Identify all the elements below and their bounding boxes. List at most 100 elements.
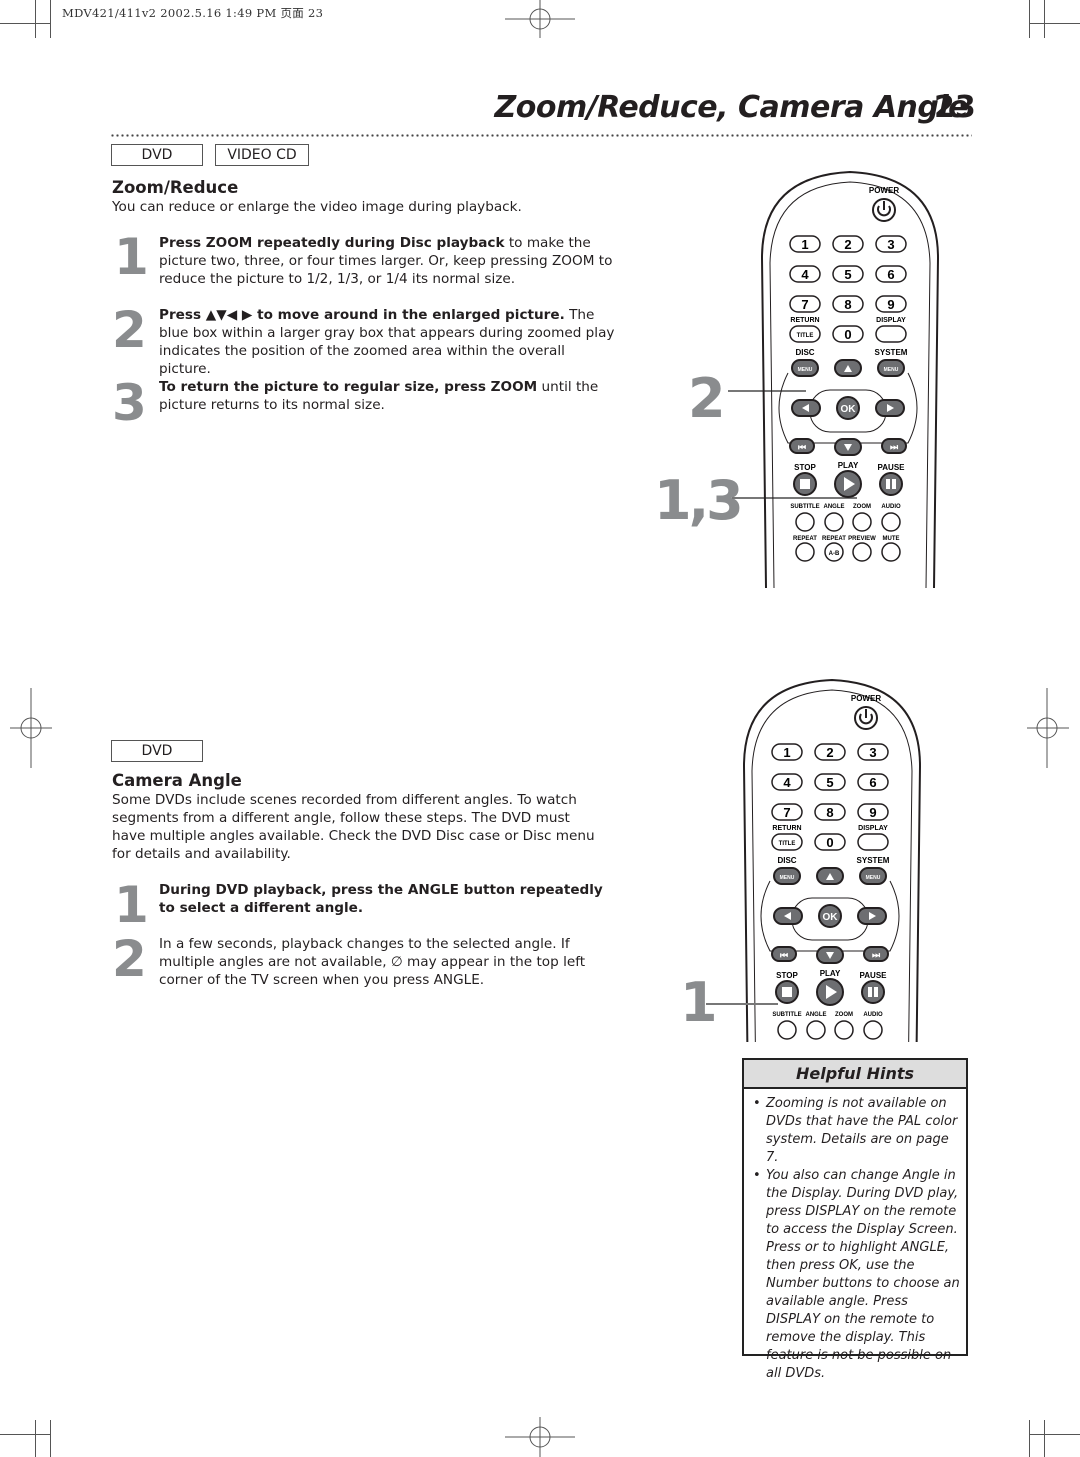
function-label: SUBTITLE bbox=[790, 504, 819, 510]
menu-label: MENU bbox=[866, 875, 881, 881]
section-title-zoom: Zoom/Reduce bbox=[112, 178, 239, 197]
function-button-zoom bbox=[834, 1020, 854, 1040]
stop-label: STOP bbox=[794, 463, 816, 472]
step-detail: In a few seconds, playback changes to th… bbox=[159, 936, 586, 988]
callout-line bbox=[706, 1003, 778, 1005]
step-number: 1 bbox=[114, 876, 149, 934]
menu-label: MENU bbox=[884, 367, 899, 373]
step-instruction: Press ▲▼◀ ▶ to move around in the enlarg… bbox=[159, 307, 565, 323]
function-label: REPEAT bbox=[793, 536, 817, 542]
callout-step-1-3: 1,3 bbox=[654, 469, 744, 532]
helpful-hints-title: Helpful Hints bbox=[744, 1060, 966, 1089]
zoom-intro: You can reduce or enlarge the video imag… bbox=[112, 199, 522, 215]
function-button-subtitle bbox=[777, 1020, 797, 1040]
system-label: SYSTEM bbox=[857, 856, 890, 865]
system-label: SYSTEM bbox=[875, 348, 908, 357]
function-button-zoom bbox=[852, 512, 872, 532]
function-button-mute bbox=[881, 542, 901, 562]
disc-label: DISC bbox=[795, 348, 814, 357]
pause-icon bbox=[874, 987, 878, 997]
pause-icon bbox=[868, 987, 872, 997]
pause-icon bbox=[892, 479, 896, 489]
digit-label: 8 bbox=[826, 805, 833, 820]
function-label: ANGLE bbox=[806, 1012, 827, 1018]
display-label: DISPLAY bbox=[876, 317, 906, 324]
digit-label: 9 bbox=[887, 297, 894, 312]
page-title: Zoom/Reduce, Camera Angle bbox=[494, 90, 969, 125]
pause-button bbox=[861, 980, 885, 1004]
step-instruction: Press ZOOM repeatedly during Disc playba… bbox=[159, 235, 505, 251]
remote-svg: POWER 1 2 3 4 5 6 7 8 9 RETURN DISPLAY TITLE 0 DISC SYS… bbox=[760, 170, 940, 589]
menu-label: MENU bbox=[780, 875, 795, 881]
page-number: 23 bbox=[934, 90, 976, 125]
next-icon: ⏭ bbox=[890, 442, 899, 452]
function-label: MUTE bbox=[883, 536, 900, 542]
digit-label: 0 bbox=[844, 327, 851, 342]
angle-intro: Some DVDs include scenes recorded from d… bbox=[112, 792, 595, 862]
digit-label: 7 bbox=[783, 805, 790, 820]
registration-mark-top bbox=[505, 0, 575, 38]
function-label: PREVIEW bbox=[848, 536, 876, 542]
step-instruction: To return the picture to regular size, p… bbox=[159, 379, 538, 395]
print-header-meta: MDV421/411v2 2002.5.16 1:49 PM 页面 23 bbox=[62, 6, 324, 20]
tag-video-cd: VIDEO CD bbox=[215, 144, 309, 166]
function-button-audio bbox=[881, 512, 901, 532]
play-label: PLAY bbox=[838, 461, 859, 470]
digit-label: 1 bbox=[783, 745, 790, 760]
previous-icon: ⏮ bbox=[798, 442, 806, 452]
function-button-audio bbox=[863, 1020, 883, 1040]
function-label: SUBTITLE bbox=[772, 1012, 801, 1018]
function-label: ANGLE bbox=[824, 504, 845, 510]
hints-list: Zooming is not available on DVDs that ha… bbox=[744, 1095, 966, 1383]
digit-label: 6 bbox=[869, 775, 876, 790]
step-number: 2 bbox=[112, 930, 147, 988]
function-label: REPEAT bbox=[822, 536, 846, 542]
step-number: 1 bbox=[114, 228, 149, 286]
step-number: 2 bbox=[112, 301, 147, 359]
digit-label: 2 bbox=[826, 745, 833, 760]
digit-label: 5 bbox=[826, 775, 833, 790]
disc-label: DISC bbox=[777, 856, 796, 865]
hint-item: Zooming is not available on DVDs that ha… bbox=[753, 1095, 960, 1167]
tag-dvd: DVD bbox=[111, 144, 203, 166]
helpful-hints-box: Helpful Hints Zooming is not available o… bbox=[742, 1058, 968, 1381]
ab-label: A-B bbox=[829, 551, 840, 557]
callout-step-2: 2 bbox=[688, 367, 726, 430]
digit-label: 3 bbox=[869, 745, 876, 760]
pause-button bbox=[879, 472, 903, 496]
function-button-subtitle bbox=[795, 512, 815, 532]
pause-label: PAUSE bbox=[860, 971, 888, 980]
digit-label: 3 bbox=[887, 237, 894, 252]
stop-icon bbox=[782, 987, 792, 997]
pause-label: PAUSE bbox=[878, 463, 906, 472]
digit-label: 8 bbox=[844, 297, 851, 312]
function-button-repeat bbox=[795, 542, 815, 562]
digit-label: 5 bbox=[844, 267, 851, 282]
return-label: RETURN bbox=[772, 825, 801, 832]
function-button-angle bbox=[806, 1020, 826, 1040]
return-label: RETURN bbox=[790, 317, 819, 324]
display-label: DISPLAY bbox=[858, 825, 888, 832]
ok-label: OK bbox=[841, 404, 857, 415]
digit-label: 4 bbox=[783, 775, 791, 790]
play-label: PLAY bbox=[820, 969, 841, 978]
stop-icon bbox=[800, 479, 810, 489]
function-label: ZOOM bbox=[853, 504, 871, 510]
next-icon: ⏭ bbox=[872, 950, 881, 960]
digit-label: 6 bbox=[887, 267, 894, 282]
tag-dvd: DVD bbox=[111, 740, 203, 762]
display-button bbox=[875, 325, 907, 343]
registration-mark-bottom bbox=[505, 1417, 575, 1457]
dotted-divider bbox=[110, 134, 972, 137]
function-label: AUDIO bbox=[881, 504, 901, 510]
power-label: POWER bbox=[851, 694, 881, 703]
function-label: ZOOM bbox=[835, 1012, 853, 1018]
remote-svg: POWER 1 2 3 4 5 6 7 8 9 RETURN DISPLAY TITLE 0 DISC SYS… bbox=[742, 678, 922, 1042]
remote-control-illustration: POWER 1 2 3 4 5 6 7 8 9 RETURN DISPLAY TITLE 0 DISC SYS… bbox=[742, 676, 922, 1042]
title-label: TITLE bbox=[779, 841, 796, 847]
display-button bbox=[857, 833, 889, 851]
step-number: 3 bbox=[112, 374, 147, 432]
menu-label: MENU bbox=[798, 367, 813, 373]
hint-item: You also can change Angle in the Display… bbox=[753, 1167, 960, 1383]
ok-label: OK bbox=[823, 912, 839, 923]
